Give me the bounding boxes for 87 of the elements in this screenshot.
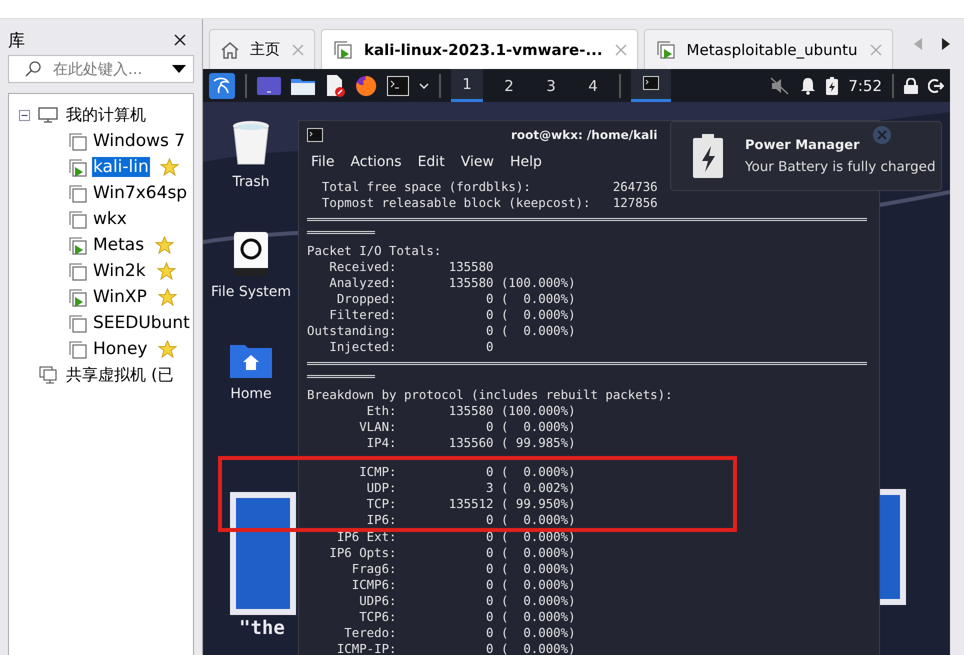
terminal-line: IP6 Ext: 0 ( 0.000%) — [336, 529, 577, 545]
clock-time[interactable]: 7:52 — [848, 76, 882, 94]
terminal-line: IP4: 135560 ( 99.985%) — [366, 435, 577, 451]
terminal-line: ICMP6: 0 ( 0.000%) — [350, 577, 577, 593]
dragon-logo-icon[interactable] — [209, 72, 235, 98]
tab[interactable]: Metasploitable_ubuntu — [644, 29, 893, 69]
terminal-line: Frag6: 0 ( 0.000%) — [350, 561, 577, 577]
home-folder-icon[interactable] — [230, 342, 272, 378]
terminal-line: Filtered: 0 ( 0.000%) — [328, 307, 577, 323]
menu-item[interactable]: Edit — [418, 154, 445, 170]
workspace-button[interactable]: 4 — [577, 69, 609, 102]
collapse-icon[interactable] — [19, 110, 30, 120]
trash-icon[interactable] — [231, 120, 271, 166]
monitor-icon — [38, 107, 58, 123]
battery-charging-icon[interactable] — [826, 76, 838, 94]
text-editor-icon[interactable] — [325, 74, 345, 96]
shared-vm-icon — [38, 366, 58, 384]
terminal-line: Dropped: 0 ( 0.000%) — [336, 291, 577, 307]
terminal-line: Injected: 0 — [328, 339, 494, 355]
vm-item[interactable]: SEEDUbunt — [92, 313, 191, 333]
scroll-right-icon[interactable] — [942, 38, 950, 50]
menu-item[interactable]: File — [311, 154, 334, 170]
terminal-line: Eth: 135580 (100.000%) — [366, 403, 577, 419]
terminal-line: Teredo: 0 ( 0.000%) — [343, 625, 577, 641]
muted-speaker-icon[interactable] — [770, 76, 790, 94]
terminal-line: Outstanding: 0 ( 0.000%) — [307, 323, 577, 339]
terminal-line: UDP6: 0 ( 0.000%) — [358, 593, 577, 609]
vm-item[interactable]: WinXP — [92, 287, 148, 307]
vm-item[interactable]: Honey — [92, 339, 148, 359]
search-icon — [24, 60, 42, 78]
workspace-button[interactable]: 3 — [535, 69, 567, 102]
taskbar-window-button[interactable] — [631, 69, 671, 102]
terminal-line: ICMP: 0 ( 0.000%) — [358, 464, 577, 480]
chevron-down-icon[interactable] — [419, 82, 429, 88]
terminal-line: IP6: 0 ( 0.000%) — [366, 512, 577, 528]
tree-item[interactable]: 我的计算机 — [66, 104, 146, 126]
battery-charging-icon — [693, 134, 723, 178]
dropdown-icon[interactable] — [172, 65, 186, 74]
terminal-line: VLAN: 0 ( 0.000%) — [358, 419, 577, 435]
vm-item[interactable]: Metas — [92, 235, 146, 255]
terminal-line: UDP: 3 ( 0.002%) — [366, 480, 577, 496]
desktop-icon-label[interactable]: Trash — [232, 174, 270, 190]
terminal-line: TCP: 135512 ( 99.950%) — [366, 496, 577, 512]
terminal-line: TCP6: 0 ( 0.000%) — [358, 609, 577, 625]
desktop-icon-label[interactable]: Home — [230, 386, 272, 402]
terminal-line: Breakdown by protocol (includes rebuilt packets): — [307, 387, 674, 403]
search-field[interactable]: 在此处键入... — [8, 55, 194, 83]
window-icon[interactable] — [257, 76, 281, 94]
vm-item[interactable]: wkx — [92, 209, 128, 229]
workspace-button[interactable]: 2 — [493, 69, 525, 102]
menu-item[interactable]: View — [460, 154, 494, 170]
terminal-line: Total free space (fordblks): 264736 — [320, 179, 659, 195]
vm-icon — [332, 40, 354, 60]
window-title: root@wkx: /home/kali — [511, 128, 658, 142]
tree-item[interactable]: 共享虚拟机 (已 — [66, 364, 174, 386]
terminal-icon — [307, 128, 323, 142]
vm-item[interactable]: Win2k — [92, 261, 147, 281]
workspace-button[interactable]: 1 — [451, 69, 483, 102]
close-icon[interactable] — [174, 34, 186, 46]
home-icon — [220, 40, 240, 58]
bell-icon[interactable] — [800, 76, 816, 94]
wallpaper-quote: "the — [239, 617, 285, 639]
vm-item[interactable]: Windows 7 — [92, 131, 186, 151]
terminal-icon[interactable] — [387, 76, 409, 96]
browser-icon[interactable] — [355, 74, 377, 96]
terminal-line: Packet I/O Totals: — [307, 243, 442, 259]
notification-message: Your Battery is fully charged — [745, 158, 936, 174]
lock-icon[interactable] — [904, 78, 918, 94]
vm-item[interactable]: kali-lin — [92, 157, 150, 177]
logout-icon[interactable] — [928, 78, 944, 94]
terminal-line: Analyzed: 135580 (100.000%) — [328, 275, 577, 291]
folder-icon[interactable] — [291, 76, 315, 94]
terminal-line: ICMP-IP: 0 ( 0.000%) — [336, 641, 577, 655]
vm-icon — [654, 40, 677, 60]
desktop-icon-label[interactable]: File System — [210, 284, 292, 300]
vm-item[interactable]: Win7x64sp — [92, 183, 188, 203]
tab[interactable]: kali-linux-2023.1-vmware-... — [321, 29, 638, 69]
terminal-line: IP6 Opts: 0 ( 0.000%) — [328, 545, 577, 561]
notification-title: Power Manager — [745, 138, 860, 152]
tab[interactable]: 主页 — [209, 29, 315, 69]
terminal-line: Topmost releasable block (keepcost): 127856 — [320, 195, 659, 211]
terminal-line: Received: 135580 — [328, 259, 494, 275]
terminal-icon — [643, 76, 659, 90]
drive-icon[interactable] — [234, 232, 268, 276]
menu-item[interactable]: Actions — [350, 154, 402, 170]
library-title: 库 — [8, 30, 25, 52]
menu-item[interactable]: Help — [510, 154, 542, 170]
